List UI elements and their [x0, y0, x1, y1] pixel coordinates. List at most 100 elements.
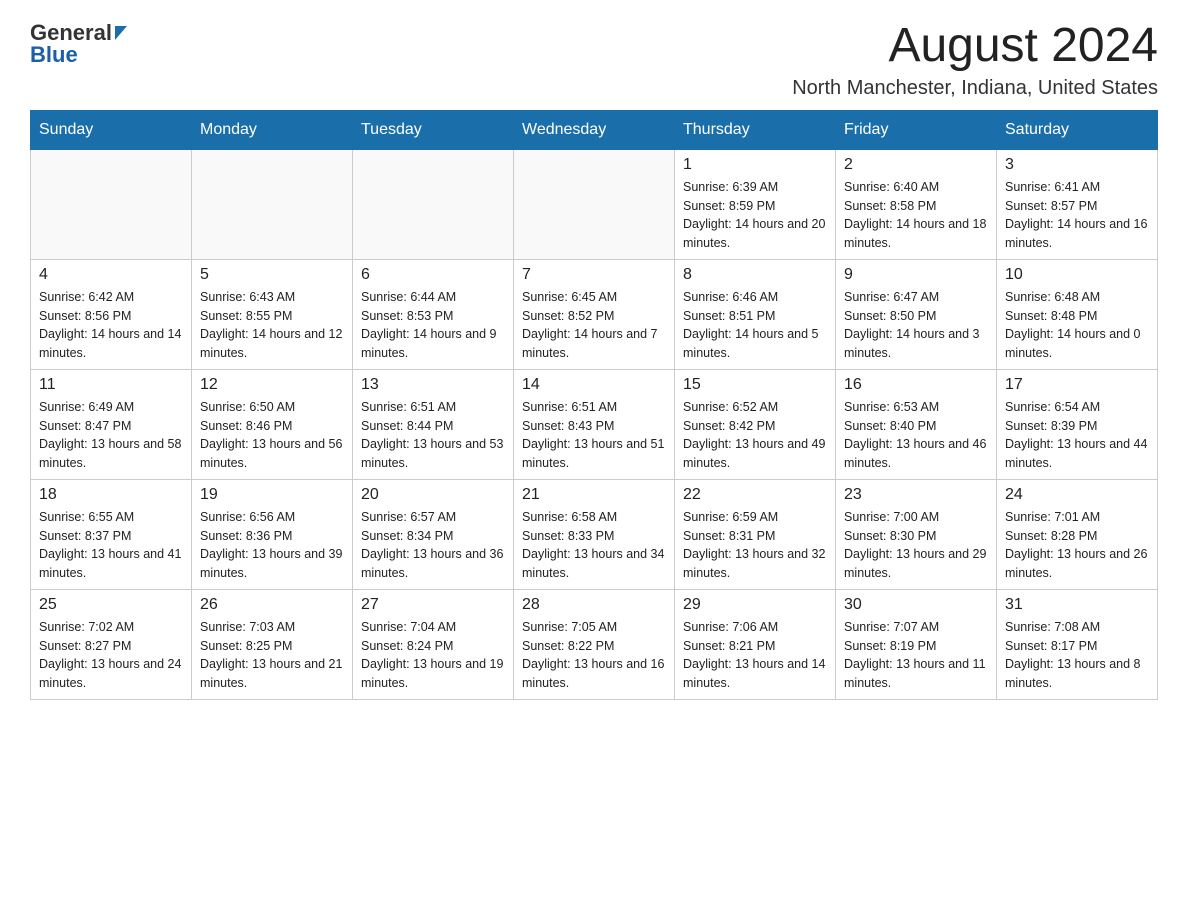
day-info: Sunrise: 6:46 AMSunset: 8:51 PMDaylight:… [683, 288, 827, 363]
calendar-cell [514, 149, 675, 259]
day-info: Sunrise: 6:57 AMSunset: 8:34 PMDaylight:… [361, 508, 505, 583]
calendar-cell: 8 Sunrise: 6:46 AMSunset: 8:51 PMDaylight… [675, 259, 836, 369]
day-info: Sunrise: 7:05 AMSunset: 8:22 PMDaylight:… [522, 618, 666, 693]
day-number: 14 [522, 376, 666, 394]
day-number: 5 [200, 266, 344, 284]
weekday-header-friday: Friday [836, 110, 997, 149]
calendar-cell: 20 Sunrise: 6:57 AMSunset: 8:34 PMDayligh… [353, 479, 514, 589]
day-number: 9 [844, 266, 988, 284]
weekday-header-sunday: Sunday [31, 110, 192, 149]
day-info: Sunrise: 6:58 AMSunset: 8:33 PMDaylight:… [522, 508, 666, 583]
calendar-cell: 9 Sunrise: 6:47 AMSunset: 8:50 PMDaylight… [836, 259, 997, 369]
header: General Blue August 2024 North Mancheste… [30, 20, 1158, 100]
day-info: Sunrise: 7:07 AMSunset: 8:19 PMDaylight:… [844, 618, 988, 693]
day-info: Sunrise: 6:51 AMSunset: 8:43 PMDaylight:… [522, 398, 666, 473]
day-info: Sunrise: 6:52 AMSunset: 8:42 PMDaylight:… [683, 398, 827, 473]
day-number: 28 [522, 596, 666, 614]
day-number: 6 [361, 266, 505, 284]
calendar-cell: 7Sunrise: 6:45 AMSunset: 8:52 PMDaylight… [514, 259, 675, 369]
calendar-cell: 11 Sunrise: 6:49 AMSunset: 8:47 PMDayligh… [31, 369, 192, 479]
week-row-4: 18 Sunrise: 6:55 AMSunset: 8:37 PMDayligh… [31, 479, 1158, 589]
calendar-cell: 5Sunrise: 6:43 AMSunset: 8:55 PMDaylight… [192, 259, 353, 369]
calendar-cell: 14 Sunrise: 6:51 AMSunset: 8:43 PMDayligh… [514, 369, 675, 479]
calendar-cell: 21 Sunrise: 6:58 AMSunset: 8:33 PMDayligh… [514, 479, 675, 589]
calendar-table: SundayMondayTuesdayWednesdayThursdayFrid… [30, 110, 1158, 700]
day-info: Sunrise: 6:47 AMSunset: 8:50 PMDaylight:… [844, 288, 988, 363]
day-number: 2 [844, 156, 988, 174]
title-area: August 2024 North Manchester, Indiana, U… [792, 20, 1158, 100]
day-info: Sunrise: 6:40 AMSunset: 8:58 PMDaylight:… [844, 178, 988, 253]
calendar-cell [192, 149, 353, 259]
day-info: Sunrise: 6:56 AMSunset: 8:36 PMDaylight:… [200, 508, 344, 583]
week-row-1: 1 Sunrise: 6:39 AMSunset: 8:59 PMDaylight… [31, 149, 1158, 259]
weekday-header-wednesday: Wednesday [514, 110, 675, 149]
day-number: 3 [1005, 156, 1149, 174]
day-number: 26 [200, 596, 344, 614]
calendar-cell: 24 Sunrise: 7:01 AMSunset: 8:28 PMDayligh… [997, 479, 1158, 589]
day-number: 21 [522, 486, 666, 504]
day-info: Sunrise: 6:54 AMSunset: 8:39 PMDaylight:… [1005, 398, 1149, 473]
calendar-cell [353, 149, 514, 259]
calendar-cell: 19Sunrise: 6:56 AMSunset: 8:36 PMDayligh… [192, 479, 353, 589]
day-number: 11 [39, 376, 183, 394]
day-info: Sunrise: 6:48 AMSunset: 8:48 PMDaylight:… [1005, 288, 1149, 363]
day-number: 18 [39, 486, 183, 504]
calendar-cell: 2 Sunrise: 6:40 AMSunset: 8:58 PMDaylight… [836, 149, 997, 259]
day-number: 20 [361, 486, 505, 504]
day-info: Sunrise: 7:00 AMSunset: 8:30 PMDaylight:… [844, 508, 988, 583]
day-number: 29 [683, 596, 827, 614]
calendar-cell: 18 Sunrise: 6:55 AMSunset: 8:37 PMDayligh… [31, 479, 192, 589]
day-info: Sunrise: 6:50 AMSunset: 8:46 PMDaylight:… [200, 398, 344, 473]
calendar-cell: 15 Sunrise: 6:52 AMSunset: 8:42 PMDayligh… [675, 369, 836, 479]
day-number: 15 [683, 376, 827, 394]
calendar-cell: 29Sunrise: 7:06 AMSunset: 8:21 PMDayligh… [675, 589, 836, 699]
day-info: Sunrise: 7:02 AMSunset: 8:27 PMDaylight:… [39, 618, 183, 693]
weekday-header-saturday: Saturday [997, 110, 1158, 149]
calendar-cell [31, 149, 192, 259]
day-info: Sunrise: 6:53 AMSunset: 8:40 PMDaylight:… [844, 398, 988, 473]
calendar-cell: 31 Sunrise: 7:08 AMSunset: 8:17 PMDayligh… [997, 589, 1158, 699]
logo: General Blue [30, 20, 127, 68]
calendar-cell: 27 Sunrise: 7:04 AMSunset: 8:24 PMDayligh… [353, 589, 514, 699]
day-number: 17 [1005, 376, 1149, 394]
calendar-cell: 10 Sunrise: 6:48 AMSunset: 8:48 PMDayligh… [997, 259, 1158, 369]
calendar-cell: 6 Sunrise: 6:44 AMSunset: 8:53 PMDaylight… [353, 259, 514, 369]
calendar-cell: 23 Sunrise: 7:00 AMSunset: 8:30 PMDayligh… [836, 479, 997, 589]
calendar-cell: 12 Sunrise: 6:50 AMSunset: 8:46 PMDayligh… [192, 369, 353, 479]
calendar-cell: 4 Sunrise: 6:42 AMSunset: 8:56 PMDaylight… [31, 259, 192, 369]
week-row-3: 11 Sunrise: 6:49 AMSunset: 8:47 PMDayligh… [31, 369, 1158, 479]
week-row-2: 4 Sunrise: 6:42 AMSunset: 8:56 PMDaylight… [31, 259, 1158, 369]
day-number: 1 [683, 156, 827, 174]
weekday-header-thursday: Thursday [675, 110, 836, 149]
day-info: Sunrise: 7:01 AMSunset: 8:28 PMDaylight:… [1005, 508, 1149, 583]
day-number: 31 [1005, 596, 1149, 614]
calendar-cell: 3Sunrise: 6:41 AMSunset: 8:57 PMDaylight… [997, 149, 1158, 259]
calendar-cell: 1 Sunrise: 6:39 AMSunset: 8:59 PMDaylight… [675, 149, 836, 259]
calendar-cell: 22 Sunrise: 6:59 AMSunset: 8:31 PMDayligh… [675, 479, 836, 589]
day-number: 27 [361, 596, 505, 614]
day-info: Sunrise: 7:03 AMSunset: 8:25 PMDaylight:… [200, 618, 344, 693]
day-info: Sunrise: 6:39 AMSunset: 8:59 PMDaylight:… [683, 178, 827, 253]
day-number: 4 [39, 266, 183, 284]
day-number: 16 [844, 376, 988, 394]
day-info: Sunrise: 6:45 AMSunset: 8:52 PMDaylight:… [522, 288, 666, 363]
day-info: Sunrise: 6:44 AMSunset: 8:53 PMDaylight:… [361, 288, 505, 363]
day-number: 12 [200, 376, 344, 394]
logo-arrow-icon [115, 26, 127, 40]
day-info: Sunrise: 7:08 AMSunset: 8:17 PMDaylight:… [1005, 618, 1149, 693]
day-number: 8 [683, 266, 827, 284]
day-info: Sunrise: 6:59 AMSunset: 8:31 PMDaylight:… [683, 508, 827, 583]
weekday-header-monday: Monday [192, 110, 353, 149]
calendar-cell: 26 Sunrise: 7:03 AMSunset: 8:25 PMDayligh… [192, 589, 353, 699]
day-number: 23 [844, 486, 988, 504]
day-info: Sunrise: 6:55 AMSunset: 8:37 PMDaylight:… [39, 508, 183, 583]
day-info: Sunrise: 7:04 AMSunset: 8:24 PMDaylight:… [361, 618, 505, 693]
day-number: 24 [1005, 486, 1149, 504]
day-info: Sunrise: 6:49 AMSunset: 8:47 PMDaylight:… [39, 398, 183, 473]
logo-blue: Blue [30, 42, 78, 68]
day-info: Sunrise: 6:42 AMSunset: 8:56 PMDaylight:… [39, 288, 183, 363]
day-number: 10 [1005, 266, 1149, 284]
day-number: 22 [683, 486, 827, 504]
calendar-cell: 16 Sunrise: 6:53 AMSunset: 8:40 PMDayligh… [836, 369, 997, 479]
calendar-cell: 28 Sunrise: 7:05 AMSunset: 8:22 PMDayligh… [514, 589, 675, 699]
